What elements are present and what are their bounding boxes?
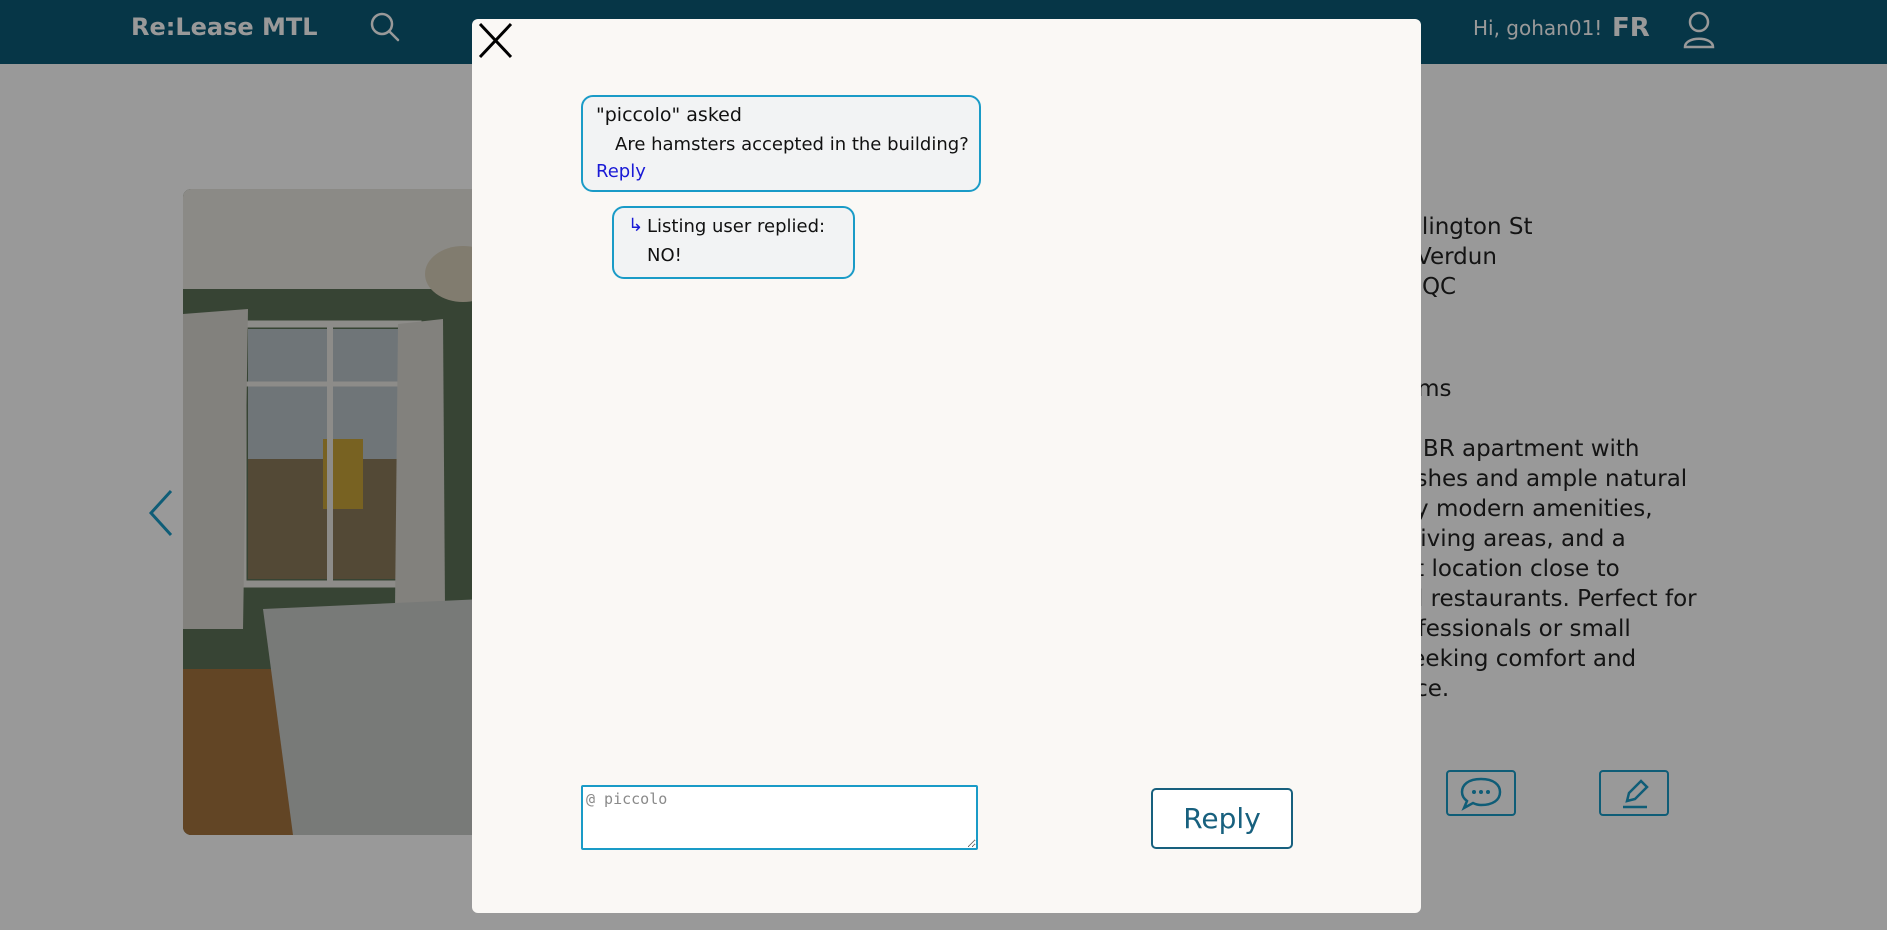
answer-text: NO! [647,245,682,266]
question-text: Are hamsters accepted in the building? [615,134,969,155]
answer-heading: Listing user replied: [647,216,826,237]
question-bubble: "piccolo" asked Are hamsters accepted in… [581,95,981,192]
answer-bubble: ↳ Listing user replied: NO! [612,206,855,279]
question-author: "piccolo" asked [596,104,742,126]
close-button[interactable] [475,19,515,61]
reply-submit-button[interactable]: Reply [1151,788,1293,849]
close-icon [478,22,513,59]
reply-arrow-icon: ↳ [628,215,644,236]
questions-modal: "piccolo" asked Are hamsters accepted in… [472,19,1421,913]
reply-link[interactable]: Reply [596,161,646,182]
reply-textarea[interactable] [581,785,978,850]
